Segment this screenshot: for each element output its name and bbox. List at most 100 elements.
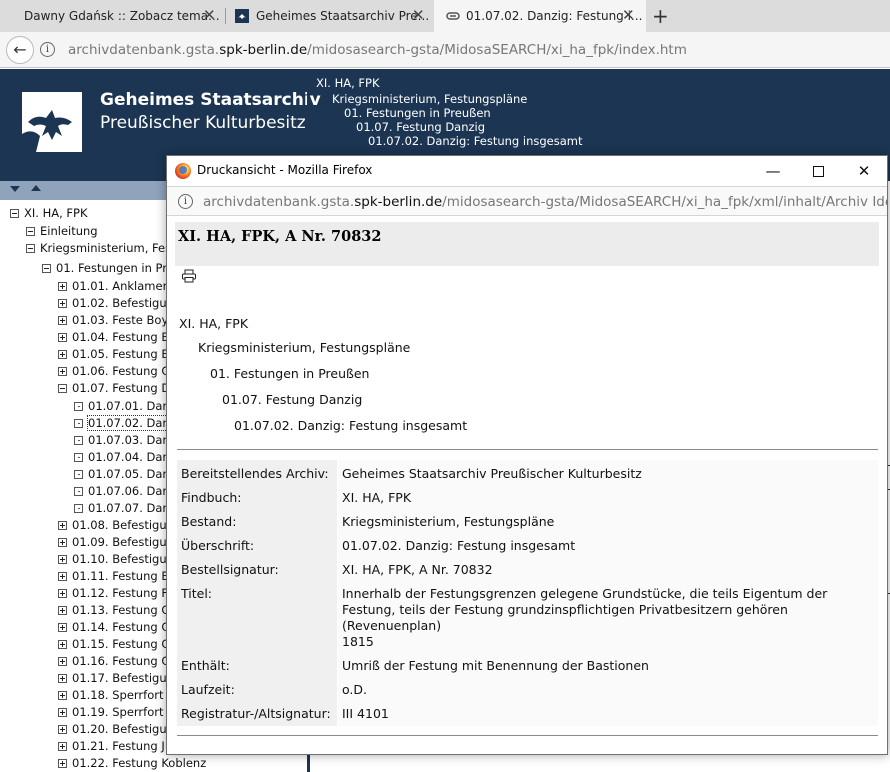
expand-icon[interactable] bbox=[58, 759, 67, 768]
expand-icon[interactable] bbox=[58, 742, 67, 751]
expand-icon[interactable] bbox=[58, 640, 67, 649]
breadcrumb-level-2[interactable]: Kriegsministerium, Festungspläne bbox=[332, 92, 527, 106]
meta-value-laufzeit: o.D. bbox=[342, 682, 367, 697]
tree-item[interactable]: 01.07.03. Dar bbox=[74, 432, 167, 449]
breadcrumb-level-4[interactable]: 01.07. Festung Danzig bbox=[356, 120, 485, 134]
tab-staatsarchiv[interactable]: Geheimes Staatsarchiv Pre... ✕ bbox=[226, 0, 434, 32]
url-prefix: archivdatenbank.gsta. bbox=[68, 42, 220, 58]
tree-item[interactable]: 01.22. Festung Koblenz bbox=[58, 755, 206, 772]
breadcrumb-level-3[interactable]: 01. Festungen in Preußen bbox=[344, 106, 491, 120]
expand-icon[interactable] bbox=[58, 350, 67, 359]
tree-item[interactable]: 01.05. Festung B bbox=[58, 346, 169, 363]
back-arrow-icon: ← bbox=[13, 40, 27, 59]
close-tab-icon[interactable]: ✕ bbox=[203, 6, 216, 24]
tree-item[interactable]: Kriegsministerium, Fes bbox=[26, 240, 171, 257]
meta-label-titel: Titel: bbox=[181, 586, 212, 601]
tree-item[interactable]: 01.18. Sperrfort bbox=[58, 687, 163, 704]
expand-icon[interactable] bbox=[58, 316, 67, 325]
tree-item[interactable]: 01.09. Befestigu bbox=[58, 534, 167, 551]
expand-icon[interactable] bbox=[58, 589, 67, 598]
collapse-icon[interactable] bbox=[26, 244, 35, 253]
expand-icon[interactable] bbox=[58, 333, 67, 342]
expand-icon[interactable] bbox=[58, 282, 67, 291]
close-tab-icon[interactable]: ✕ bbox=[622, 6, 635, 24]
expand-icon[interactable] bbox=[58, 657, 67, 666]
site-info-icon[interactable]: i bbox=[40, 42, 55, 57]
tab-dawny-gdansk[interactable]: Dawny Gdańsk :: Zobacz tema... ✕ bbox=[0, 0, 225, 32]
expand-icon[interactable] bbox=[58, 299, 67, 308]
tree-item[interactable]: 01.12. Festung F bbox=[58, 585, 168, 602]
tree-item[interactable]: 01.11. Festung B bbox=[58, 568, 169, 585]
tree-item-root[interactable]: XI. HA, FPK bbox=[10, 205, 88, 222]
tree-item[interactable]: 01.01. Anklamer bbox=[58, 278, 167, 295]
address-bar[interactable]: archivdatenbank.gsta.spk-berlin.de/midos… bbox=[68, 42, 687, 58]
tree-item[interactable]: 01.13. Festung C bbox=[58, 602, 169, 619]
expand-icon[interactable] bbox=[58, 674, 67, 683]
tree-item[interactable]: 01.07.07. Dar bbox=[74, 500, 167, 517]
tab-title: 01.07.02. Danzig: Festung i... bbox=[466, 9, 643, 23]
expand-icon[interactable] bbox=[58, 606, 67, 615]
meta-label-archiv: Bereitstellendes Archiv: bbox=[181, 466, 329, 481]
maximize-icon bbox=[812, 166, 824, 177]
close-window-button[interactable]: ✕ bbox=[849, 159, 879, 183]
tree-item[interactable]: 01. Festungen in Pr bbox=[42, 260, 167, 277]
tree-item-selected[interactable]: 01.07.02. Dar bbox=[74, 415, 169, 432]
expand-icon[interactable] bbox=[58, 572, 67, 581]
collapse-all-icon[interactable] bbox=[31, 185, 41, 191]
tree-item[interactable]: 01.10. Befestigu bbox=[58, 551, 167, 568]
tree-item[interactable]: 01.07. Festung D bbox=[58, 380, 170, 397]
close-tab-icon[interactable]: ✕ bbox=[412, 6, 425, 24]
expand-icon[interactable] bbox=[58, 538, 67, 547]
meta-value-titel-line2: Festung, teils der Festung grundzinspfli… bbox=[342, 602, 788, 617]
expand-icon[interactable] bbox=[58, 521, 67, 530]
expand-all-icon[interactable] bbox=[10, 186, 20, 192]
expand-icon[interactable] bbox=[58, 623, 67, 632]
new-tab-button[interactable]: + bbox=[652, 4, 669, 28]
window-titlebar[interactable]: Druckansicht - Mozilla Firefox — ✕ bbox=[167, 156, 887, 186]
tree-item[interactable]: 01.19. Sperrfort bbox=[58, 704, 163, 721]
tree-item[interactable]: 01.16. Festung C bbox=[58, 653, 169, 670]
navigation-bar: ← i archivdatenbank.gsta.spk-berlin.de/m… bbox=[0, 32, 890, 68]
tree-item[interactable]: Einleitung bbox=[26, 223, 98, 240]
tree-item[interactable]: 01.08. Befestigu bbox=[58, 517, 167, 534]
tree-item[interactable]: 01.07.05. Dar bbox=[74, 466, 167, 483]
leaf-node-icon bbox=[74, 419, 83, 428]
tree-item[interactable]: 01.06. Festung C bbox=[58, 363, 169, 380]
meta-value-titel-line1: Innerhalb der Festungsgrenzen gelegene G… bbox=[342, 586, 828, 601]
tree-item[interactable]: 01.14. Festung C bbox=[58, 619, 169, 636]
collapse-icon[interactable] bbox=[58, 384, 67, 393]
hierarchy-level-2: Kriegsministerium, Festungspläne bbox=[198, 340, 411, 355]
tree-item[interactable]: 01.17. Befestigu bbox=[58, 670, 167, 687]
collapse-icon[interactable] bbox=[26, 227, 35, 236]
expand-icon[interactable] bbox=[58, 367, 67, 376]
meta-value-titel-date: 1815 bbox=[342, 634, 374, 649]
site-info-icon[interactable]: i bbox=[178, 194, 193, 209]
breadcrumb-level-1[interactable]: XI. HA, FPK bbox=[316, 76, 380, 90]
breadcrumb-level-5[interactable]: 01.07.02. Danzig: Festung insgesamt bbox=[368, 134, 582, 148]
tree-item[interactable]: 01.15. Festung C bbox=[58, 636, 169, 653]
back-button[interactable]: ← bbox=[6, 36, 34, 64]
tree-item[interactable]: 01.20. Befestigu bbox=[58, 721, 167, 738]
tree-item[interactable]: 01.03. Feste Boy bbox=[58, 312, 168, 329]
popup-url[interactable]: archivdatenbank.gsta.spk-berlin.de/midos… bbox=[203, 194, 887, 210]
expand-icon[interactable] bbox=[58, 708, 67, 717]
leaf-node-icon bbox=[74, 402, 83, 411]
collapse-icon[interactable] bbox=[42, 264, 51, 273]
tree-item[interactable]: 01.04. Festung B bbox=[58, 329, 169, 346]
expand-icon[interactable] bbox=[58, 555, 67, 564]
meta-value-registratur: III 4101 bbox=[342, 706, 389, 721]
tree-item[interactable]: 01.07.01. Dar bbox=[74, 398, 167, 415]
expand-icon[interactable] bbox=[58, 691, 67, 700]
printer-icon[interactable] bbox=[181, 269, 197, 283]
tab-danzig-festung[interactable]: 01.07.02. Danzig: Festung i... ✕ bbox=[434, 0, 646, 32]
maximize-button[interactable] bbox=[803, 159, 833, 183]
collapse-icon[interactable] bbox=[10, 209, 19, 218]
minimize-button[interactable]: — bbox=[758, 159, 788, 183]
expand-icon[interactable] bbox=[58, 725, 67, 734]
tree-item[interactable]: 01.02. Befestigu bbox=[58, 295, 167, 312]
tree-item[interactable]: 01.07.06. Dar bbox=[74, 483, 167, 500]
firefox-icon bbox=[175, 163, 191, 179]
tree-item[interactable]: 01.07.04. Dar bbox=[74, 449, 167, 466]
tree-item[interactable]: 01.21. Festung J bbox=[58, 738, 165, 755]
url-host: spk-berlin.de bbox=[354, 194, 443, 210]
